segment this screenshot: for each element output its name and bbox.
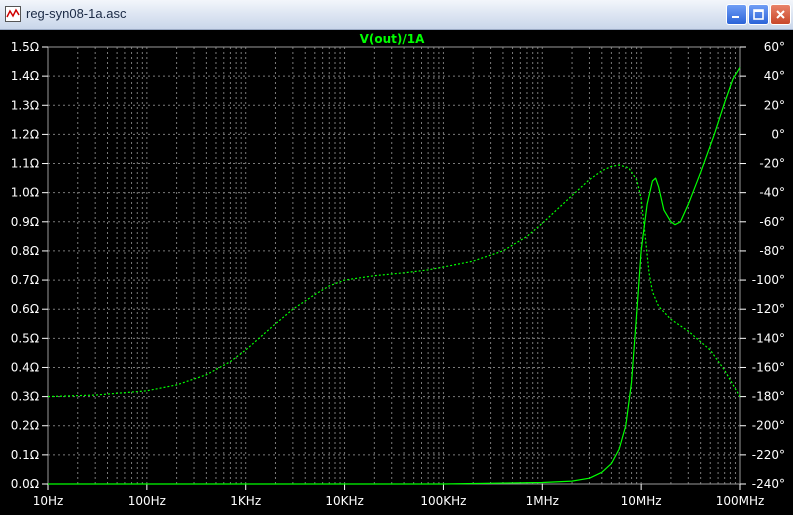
plot-pane[interactable]: 1.5Ω 1.4Ω 1.3Ω 1.2Ω 1.1Ω 1.0Ω 0.9Ω 0.8Ω 0.7Ω 0.6Ω… [0,30,793,515]
minimize-icon [732,16,739,18]
title-bar[interactable]: reg-syn08-1a.asc [0,0,793,30]
left-axis-tick-label: 1.4Ω [11,69,39,83]
magnitude-trace [48,67,741,485]
traces [47,67,741,485]
left-axis-tick-label: 1.5Ω [11,40,39,54]
right-axis-tick-label: -100° [752,273,785,287]
right-axis-tick-label: 20° [764,98,785,112]
left-axis-tick-label: 1.0Ω [11,186,39,200]
left-axis-tick-label: 0.8Ω [11,244,39,258]
axes: 1.5Ω 1.4Ω 1.3Ω 1.2Ω 1.1Ω 1.0Ω 0.9Ω 0.8Ω 0.7Ω 0.6Ω… [11,40,785,508]
app-window: reg-syn08-1a.asc 1.5Ω 1.4Ω 1.3Ω 1.2Ω 1.1Ω 1.0… [0,0,793,515]
left-axis-tick-label: 0.6Ω [11,302,39,316]
right-axis-tick-label: -200° [752,419,785,433]
right-axis-tick-label: -220° [752,448,785,462]
left-axis-tick-label: 1.2Ω [11,127,39,141]
left-axis-tick-label: 0.3Ω [11,390,39,404]
left-axis-tick-label: 0.2Ω [11,419,39,433]
x-axis-tick-label: 100KHz [420,494,466,508]
grid [47,46,740,485]
right-axis-tick-label: -40° [759,186,785,200]
right-axis-tick-label: 60° [764,40,785,54]
left-axis-tick-label: 1.3Ω [11,98,39,112]
right-axis-tick-label: 40° [764,69,785,83]
x-axis-tick-label: 1KHz [230,494,261,508]
x-axis-tick-label: 10MHz [621,494,662,508]
right-axis-tick-label: -240° [752,477,785,491]
window-title: reg-syn08-1a.asc [26,6,127,21]
left-axis-tick-label: 0.9Ω [11,215,39,229]
phase-trace [47,164,741,398]
right-axis-tick-label: -120° [752,302,785,316]
left-axis-tick-label: 0.4Ω [11,360,39,374]
maximize-button[interactable] [748,4,769,25]
close-button[interactable] [770,4,791,25]
bode-plot[interactable]: 1.5Ω 1.4Ω 1.3Ω 1.2Ω 1.1Ω 1.0Ω 0.9Ω 0.8Ω 0.7Ω 0.6Ω… [0,30,793,515]
right-axis-tick-label: -80° [759,244,785,258]
waveform-app-icon [5,6,21,22]
right-axis-tick-label: -140° [752,331,785,345]
left-axis-tick-label: 0.7Ω [11,273,39,287]
right-axis-tick-label: -60° [759,215,785,229]
maximize-icon [753,9,764,20]
minimize-button[interactable] [726,4,747,25]
left-axis-tick-label: 1.1Ω [11,157,39,171]
left-axis-tick-label: 0.5Ω [11,331,39,345]
x-axis-tick-label: 10Hz [33,494,64,508]
right-axis-tick-label: 0° [771,127,785,141]
x-axis-tick-label: 10KHz [325,494,363,508]
plot-title[interactable]: V(out)/1A [360,32,426,46]
close-icon [776,10,785,19]
x-axis-tick-label: 1MHz [526,494,559,508]
x-axis-tick-label: 100MHz [716,494,765,508]
right-axis-tick-label: -180° [752,390,785,404]
left-axis-tick-label: 0.1Ω [11,448,39,462]
left-axis-tick-label: 0.0Ω [11,477,39,491]
right-axis-tick-label: -20° [759,157,785,171]
x-axis-tick-label: 100Hz [128,494,166,508]
right-axis-tick-label: -160° [752,360,785,374]
